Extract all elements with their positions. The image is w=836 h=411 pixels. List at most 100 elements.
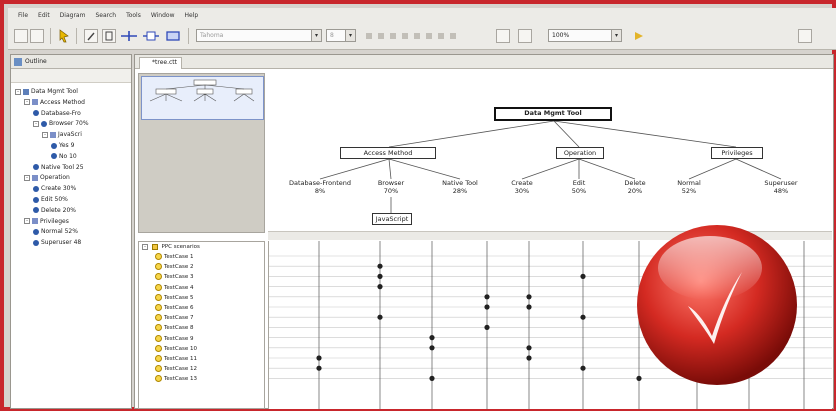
zoom-select[interactable]: 100% ▾ <box>548 29 622 42</box>
menu-search[interactable]: Search <box>95 12 116 19</box>
test-case-row[interactable]: TestCase 8 <box>155 324 194 333</box>
chevron-down-icon: ▾ <box>311 30 321 41</box>
outline-tree-item[interactable]: Yes 9 <box>51 141 74 150</box>
test-case-row[interactable]: TestCase 7 <box>155 314 194 323</box>
tree-root-node[interactable]: Data Mgmt Tool <box>494 107 612 121</box>
menu-help[interactable]: Help <box>185 12 199 19</box>
editor-tab-bar: *tree.ctt <box>135 55 833 69</box>
outline-tree-item[interactable]: Normal 52% <box>33 227 78 236</box>
leaf-name: Native Tool <box>442 179 478 187</box>
test-group-label: PPC scenarios <box>161 244 200 250</box>
matrix-mark <box>377 284 383 290</box>
test-case-row[interactable]: TestCase 4 <box>155 283 194 293</box>
test-case-row[interactable]: TestCase 11 <box>155 355 197 364</box>
matrix-mark <box>377 263 383 269</box>
perspective-icon[interactable] <box>798 29 812 43</box>
menu-diagram[interactable]: Diagram <box>60 12 86 19</box>
collapse-icon[interactable]: - <box>24 218 30 225</box>
test-case-icon <box>155 344 162 352</box>
collapse-icon[interactable]: - <box>24 99 30 106</box>
collapse-icon[interactable]: - <box>24 174 30 181</box>
leaf-database-frontend[interactable]: Database-Frontend 8% <box>280 179 360 195</box>
leaf-superuser[interactable]: Superuser 48% <box>758 179 804 195</box>
classification-tree-canvas[interactable]: Data Mgmt Tool Access Method Operation P… <box>268 73 832 231</box>
outline-tree-item[interactable]: - Privileges <box>24 217 69 226</box>
menu-edit[interactable]: Edit <box>38 12 50 19</box>
outline-tree-item[interactable]: - Access Method <box>24 98 85 107</box>
test-case-list: - PPC scenarios TestCase 1 TestCase 2 Test… <box>138 241 265 409</box>
matrix-mark <box>429 345 435 351</box>
class-bullet-icon <box>33 196 39 203</box>
outline-tree-item[interactable]: No 10 <box>51 152 77 161</box>
overview-thumbnail[interactable] <box>141 76 264 120</box>
menu-bar: File Edit Diagram Search Tools Window He… <box>8 8 836 22</box>
outline-tree-item[interactable]: Delete 20% <box>33 206 76 215</box>
test-case-row[interactable]: TestCase 6 <box>155 304 194 313</box>
save-icon[interactable] <box>30 29 44 43</box>
collapse-icon[interactable]: - <box>42 131 48 138</box>
test-case-label: TestCase 2 <box>164 264 194 271</box>
toolbar: Tahoma ▾ 8 ▾ 100% ▾ <box>8 22 836 50</box>
collapse-icon[interactable]: - <box>33 120 39 127</box>
class-bullet-icon <box>41 120 47 127</box>
collapse-icon[interactable]: - <box>142 243 148 250</box>
outline-tree-item[interactable]: Create 30% <box>33 184 76 193</box>
test-case-row[interactable]: TestCase 10 <box>155 344 197 354</box>
outline-tab[interactable]: Outline <box>11 55 131 69</box>
class-node-privileges[interactable]: Privileges <box>711 147 763 159</box>
class-node-javascript[interactable]: JavaScript <box>372 213 412 225</box>
class-bullet-icon <box>33 239 39 246</box>
font-family-select[interactable]: Tahoma ▾ <box>196 29 322 42</box>
menu-file[interactable]: File <box>18 12 28 19</box>
test-case-row[interactable]: TestCase 13 <box>155 375 197 384</box>
test-case-row[interactable]: TestCase 9 <box>155 334 194 344</box>
collapse-icon[interactable]: - <box>15 88 21 95</box>
class-bullet-icon <box>33 164 39 171</box>
leaf-normal[interactable]: Normal 52% <box>671 179 707 195</box>
outline-tree-item[interactable]: Database-Fro <box>33 109 81 118</box>
class-bullet-icon <box>51 142 57 149</box>
leaf-percent: 52% <box>681 187 697 195</box>
outline-tree-item[interactable]: - Operation <box>24 173 70 182</box>
insert-icon[interactable] <box>102 29 116 43</box>
test-case-row[interactable]: TestCase 5 <box>155 293 194 303</box>
menu-tools[interactable]: Tools <box>126 12 141 19</box>
outline-tree-item[interactable]: Edit 50% <box>33 195 68 204</box>
test-case-row[interactable]: TestCase 1 <box>155 253 194 262</box>
leaf-delete[interactable]: Delete 20% <box>617 179 653 195</box>
outline-tree-item[interactable]: Native Tool 25 <box>33 163 84 172</box>
editor-tab[interactable]: *tree.ctt <box>139 57 182 69</box>
pointer-icon[interactable] <box>58 29 70 43</box>
outline-item-label: Access Method <box>40 98 85 106</box>
leaf-browser[interactable]: Browser 70% <box>371 179 411 195</box>
matrix-mark <box>526 294 532 300</box>
add-node-icon[interactable] <box>142 29 160 43</box>
edit-tool-icon[interactable] <box>84 29 98 43</box>
class-node-operation[interactable]: Operation <box>556 147 604 159</box>
add-line-icon[interactable] <box>120 29 138 43</box>
align-icon[interactable] <box>518 29 532 43</box>
outline-tree-item[interactable]: - Browser 70% <box>33 119 89 128</box>
font-size-select[interactable]: 8 ▾ <box>326 29 356 42</box>
menu-window[interactable]: Window <box>151 12 175 19</box>
leaf-edit[interactable]: Edit 50% <box>561 179 597 195</box>
classification-icon <box>32 174 38 181</box>
test-case-row[interactable]: TestCase 2 <box>155 263 194 272</box>
test-group-row[interactable]: - PPC scenarios <box>142 243 200 252</box>
leaf-percent: 48% <box>773 187 789 195</box>
test-case-icon <box>155 355 162 362</box>
outline-tree-item[interactable]: Superuser 48 <box>33 238 81 247</box>
test-case-row[interactable]: TestCase 12 <box>155 365 197 374</box>
class-node-access-method[interactable]: Access Method <box>340 147 436 159</box>
run-icon[interactable] <box>632 29 646 43</box>
add-class-icon[interactable] <box>164 29 182 43</box>
outline-tree-item[interactable]: - JavaScri <box>42 130 82 139</box>
leaf-name: Edit <box>572 179 586 187</box>
leaf-native-tool[interactable]: Native Tool 28% <box>438 179 482 195</box>
new-icon[interactable] <box>14 29 28 43</box>
layout-icon[interactable] <box>496 29 510 43</box>
outline-tree-item[interactable]: - Data Mgmt Tool <box>15 87 78 96</box>
test-case-row[interactable]: TestCase 3 <box>155 273 194 282</box>
classification-icon <box>23 88 29 95</box>
leaf-create[interactable]: Create 30% <box>504 179 540 195</box>
